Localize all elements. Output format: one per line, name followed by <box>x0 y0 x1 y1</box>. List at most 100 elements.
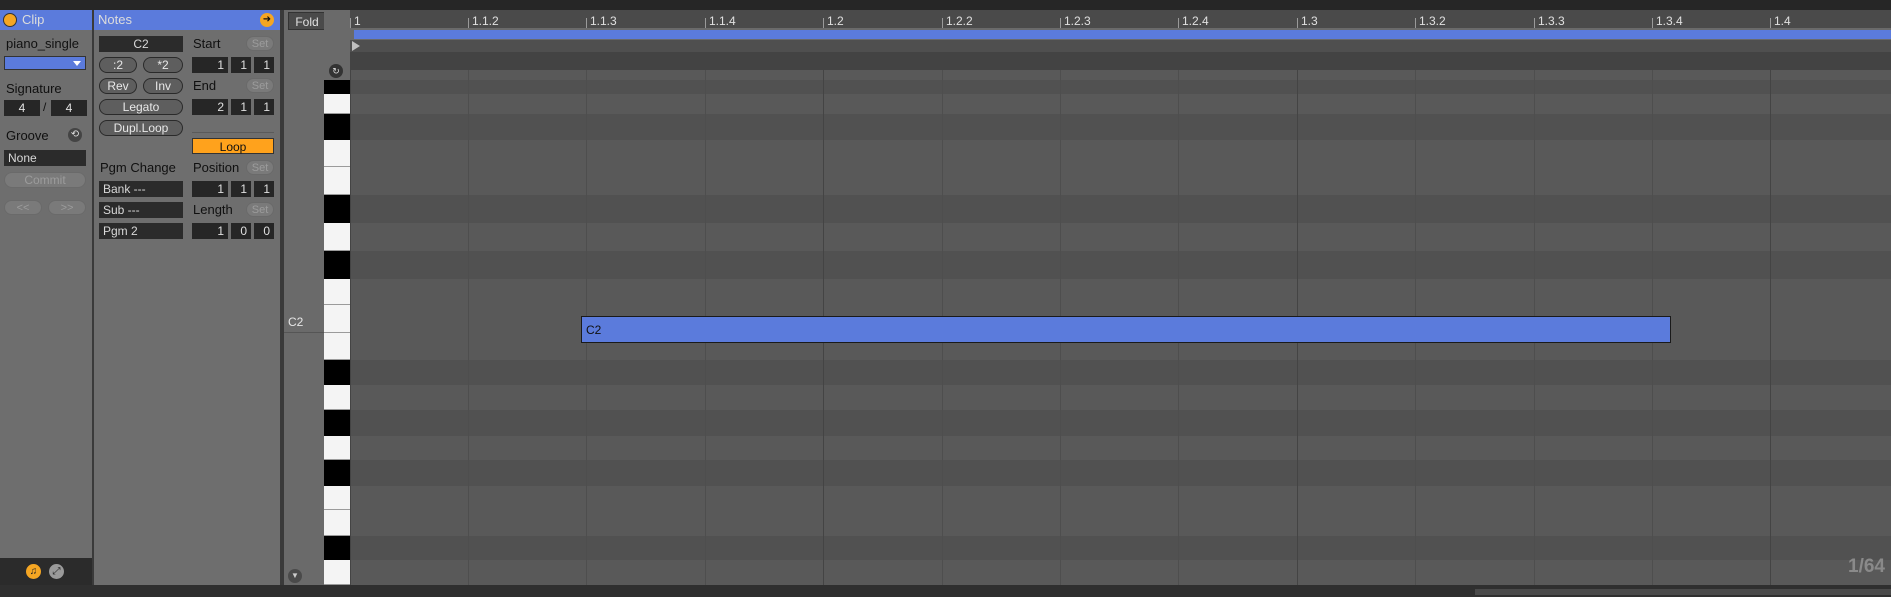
invert-button[interactable]: Inv <box>143 78 183 94</box>
ruler-tick <box>1770 18 1771 28</box>
row-label: C2 <box>288 315 304 329</box>
position-beat[interactable]: 1 <box>231 181 251 197</box>
ruler-label: 1.1.3 <box>590 14 617 28</box>
length-sixteenth[interactable]: 0 <box>254 223 274 239</box>
end-beat[interactable]: 1 <box>231 99 251 115</box>
loop-icon[interactable]: ↻ <box>329 64 343 78</box>
start-label: Start <box>193 36 221 51</box>
end-label: End <box>193 78 217 93</box>
position-bar[interactable]: 1 <box>192 181 228 197</box>
ruler-label: 1.2.3 <box>1064 14 1091 28</box>
half-button[interactable]: :2 <box>99 57 137 73</box>
start-set-button[interactable]: Set <box>246 36 274 51</box>
fold-button[interactable]: Fold <box>288 12 326 30</box>
white-key[interactable] <box>324 279 350 305</box>
ruler-tick <box>1534 18 1535 28</box>
ruler-tick <box>1178 18 1179 28</box>
black-key[interactable] <box>324 195 350 223</box>
sub-field[interactable]: Sub --- <box>99 202 183 218</box>
white-key[interactable] <box>324 510 350 536</box>
clip-activator-icon[interactable] <box>3 13 17 27</box>
pgm-change-label: Pgm Change <box>100 160 176 175</box>
white-key[interactable] <box>324 560 350 585</box>
black-key[interactable] <box>324 410 350 436</box>
scrollbar-thumb[interactable] <box>1475 589 1891 595</box>
ruler-label: 1.3 <box>1301 14 1318 28</box>
ruler-tick <box>705 18 706 28</box>
white-key[interactable] <box>324 140 350 167</box>
next-button[interactable]: >> <box>48 200 86 215</box>
reverse-button[interactable]: Rev <box>99 78 137 94</box>
midi-note[interactable]: C2 <box>581 316 1671 343</box>
length-beat[interactable]: 0 <box>231 223 251 239</box>
loop-brace-bar[interactable] <box>354 30 1891 39</box>
position-set-button[interactable]: Set <box>246 160 274 175</box>
ruler-label: 1.1.4 <box>709 14 736 28</box>
position-sixteenth[interactable]: 1 <box>254 181 274 197</box>
pgm-field[interactable]: Pgm 2 <box>99 223 183 239</box>
horizontal-scrollbar[interactable] <box>0 585 1891 597</box>
white-key[interactable] <box>324 486 350 510</box>
pitch-field[interactable]: C2 <box>99 36 183 52</box>
signature-numerator[interactable]: 4 <box>4 100 40 116</box>
ruler-label: 1.1.2 <box>472 14 499 28</box>
black-key[interactable] <box>324 536 350 560</box>
clip-name[interactable]: piano_single <box>6 36 79 51</box>
arrow-right-icon[interactable]: ➜ <box>260 13 274 27</box>
duplicate-loop-button[interactable]: Dupl.Loop <box>99 120 183 136</box>
ruler-tick <box>942 18 943 28</box>
notes-view-icon[interactable]: ♫ <box>26 564 41 579</box>
signature-denominator[interactable]: 4 <box>51 100 87 116</box>
ruler-tick <box>1060 18 1061 28</box>
ruler-label: 1.2.2 <box>946 14 973 28</box>
loop-toggle[interactable]: Loop <box>192 138 274 154</box>
grid-row-shade <box>350 410 1891 436</box>
legato-button[interactable]: Legato <box>99 99 183 115</box>
end-sixteenth[interactable]: 1 <box>254 99 274 115</box>
black-key[interactable] <box>324 80 350 94</box>
black-key[interactable] <box>324 460 350 486</box>
marker-strip[interactable] <box>350 40 1891 52</box>
ruler-tick <box>1415 18 1416 28</box>
envelopes-view-icon[interactable]: ⤢ <box>49 564 64 579</box>
length-bar[interactable]: 1 <box>192 223 228 239</box>
start-bar[interactable]: 1 <box>192 57 228 73</box>
black-key[interactable] <box>324 251 350 279</box>
start-sixteenth[interactable]: 1 <box>254 57 274 73</box>
row-label-divider <box>284 332 324 333</box>
scroll-strip[interactable] <box>350 52 1891 70</box>
ruler-tick <box>1297 18 1298 28</box>
grid-quantization[interactable]: 1/64 <box>1848 556 1885 578</box>
clip-color-selector[interactable] <box>4 56 86 70</box>
ruler-tick <box>586 18 587 28</box>
start-beat[interactable]: 1 <box>231 57 251 73</box>
white-key[interactable] <box>324 223 350 251</box>
groove-selector[interactable]: None <box>4 150 86 166</box>
black-key[interactable] <box>324 114 350 140</box>
chevron-down-icon[interactable] <box>73 61 81 66</box>
end-bar[interactable]: 2 <box>192 99 228 115</box>
white-key[interactable] <box>324 385 350 410</box>
groove-hotswap-icon[interactable]: ⟲ <box>68 128 82 142</box>
bank-field[interactable]: Bank --- <box>99 181 183 197</box>
white-key[interactable] <box>324 436 350 460</box>
double-button[interactable]: *2 <box>143 57 183 73</box>
note-grid[interactable]: C2 1/64 <box>350 70 1891 585</box>
groove-label: Groove <box>6 128 49 143</box>
prev-button[interactable]: << <box>4 200 42 215</box>
ruler-label: 1.2.4 <box>1182 14 1209 28</box>
white-key-c2[interactable] <box>324 305 350 333</box>
scroll-down-icon[interactable]: ▼ <box>288 569 302 583</box>
beat-ruler[interactable]: 1 1.1.2 1.1.3 1.1.4 1.2 1.2.2 1.2.3 1.2.… <box>350 10 1891 28</box>
black-key[interactable] <box>324 360 350 385</box>
grid-line <box>1770 70 1771 585</box>
white-key[interactable] <box>324 167 350 195</box>
commit-button[interactable]: Commit <box>4 172 86 188</box>
loop-brace[interactable] <box>350 28 1891 40</box>
clip-header[interactable]: Clip <box>0 10 92 30</box>
length-set-button[interactable]: Set <box>246 202 274 217</box>
end-set-button[interactable]: Set <box>246 78 274 93</box>
white-key[interactable] <box>324 94 350 114</box>
white-key[interactable] <box>324 333 350 360</box>
start-marker-icon[interactable] <box>352 41 360 51</box>
